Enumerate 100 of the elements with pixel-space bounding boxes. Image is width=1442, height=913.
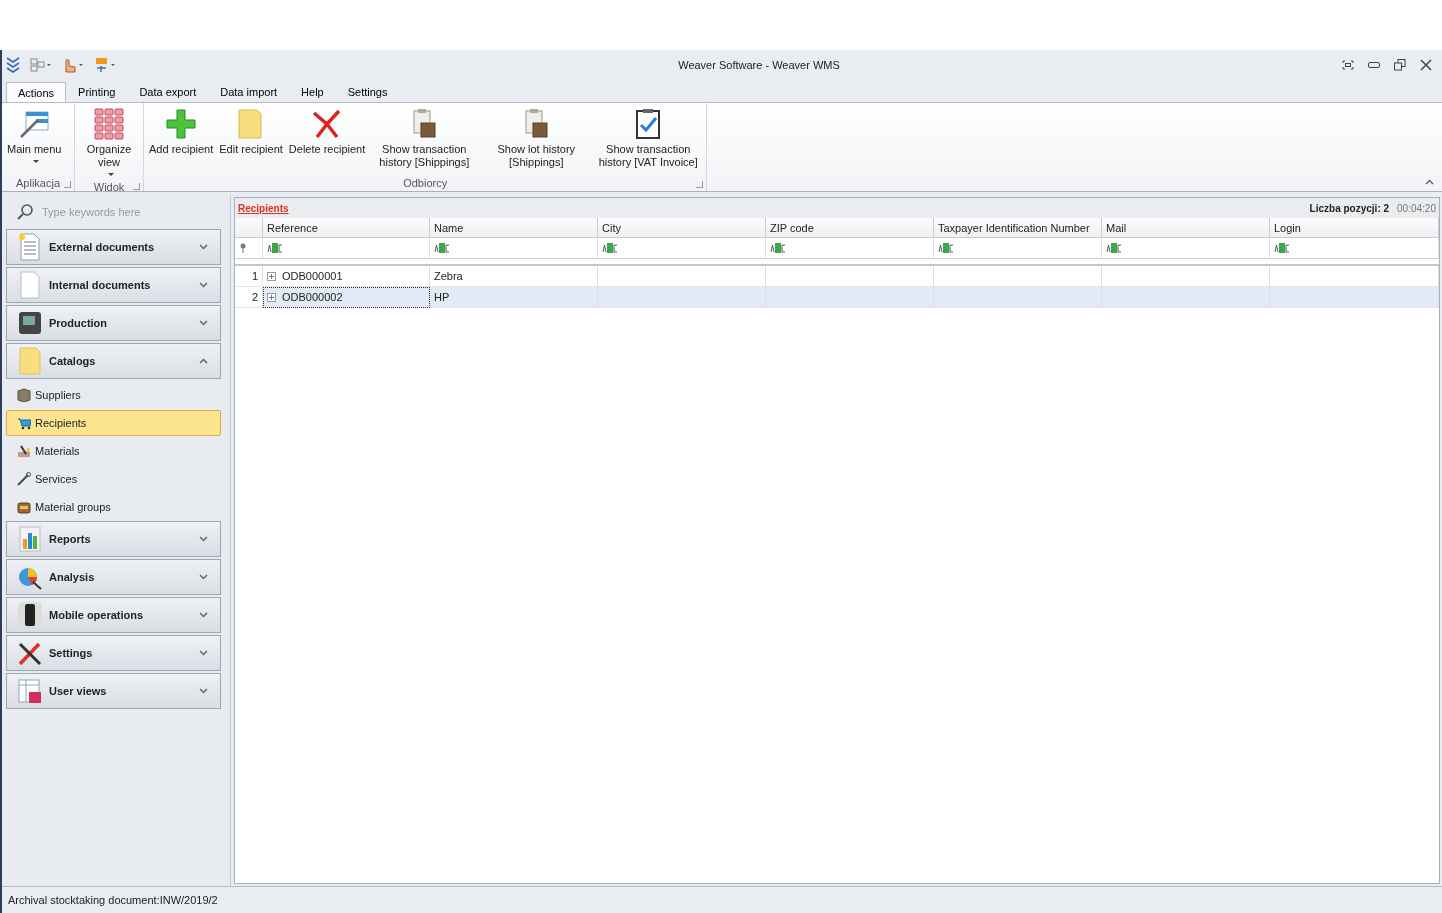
close-icon[interactable] (1420, 59, 1432, 71)
hand-pointer-dropdown-icon[interactable] (62, 57, 84, 73)
ribbon-button[interactable]: Delete recipient (285, 106, 369, 175)
search-field[interactable]: Type keywords here (40, 205, 216, 219)
column-header[interactable]: City (598, 218, 766, 238)
ribbon-button-label: Add recipient (149, 143, 214, 156)
filter-text-icon (267, 243, 283, 253)
pin-icon (239, 243, 247, 253)
fullscreen-icon[interactable] (1342, 60, 1354, 70)
spellcheck-dropdown-icon[interactable] (94, 57, 116, 73)
filter-text-icon (1106, 243, 1122, 253)
nav-section-header[interactable]: User views (6, 673, 221, 709)
grid-title-link[interactable]: Recipients (238, 202, 289, 214)
nav-section-header[interactable]: External documents (6, 229, 221, 265)
box-icon (17, 388, 31, 402)
chevron-down-icon (199, 244, 208, 250)
column-header[interactable]: ZIP code (766, 218, 934, 238)
nav-item[interactable]: Recipients (6, 410, 221, 436)
ribbon-tab[interactable]: Help (289, 81, 336, 102)
nav-section-header[interactable]: Catalogs (6, 343, 221, 379)
document-icon (17, 233, 43, 261)
minimize-icon[interactable] (1368, 62, 1380, 68)
nav-section-header[interactable]: Analysis (6, 559, 221, 595)
column-header[interactable]: Mail (1102, 218, 1270, 238)
ribbon-button-label: Show transaction history [Shippings] (378, 143, 471, 169)
ribbon-button-label: Organize view (85, 143, 133, 169)
chevron-down-icon (199, 688, 208, 694)
nav-item[interactable]: Materials (6, 438, 221, 464)
ribbon-button-label: Delete recipient (288, 143, 366, 156)
filter-text-icon (1274, 243, 1290, 253)
ribbon-tab[interactable]: Printing (66, 81, 128, 102)
ribbon-button[interactable]: Show lot history [Shippings] (480, 106, 593, 175)
nav-section-header[interactable]: Mobile operations (6, 597, 221, 633)
wrench-icon (17, 472, 31, 486)
ribbon-button[interactable]: Organize view (77, 106, 142, 181)
chevron-down-icon (199, 282, 208, 288)
bar-chart-icon (17, 525, 43, 553)
app-menu-icon[interactable] (6, 57, 20, 73)
filter-text-icon (770, 243, 786, 253)
ribbon-tab[interactable]: Settings (335, 81, 400, 102)
table-cell: ODB000001 (282, 270, 343, 282)
row-number: 2 (235, 287, 263, 308)
column-header[interactable]: Reference (263, 218, 430, 238)
chevron-down-icon (199, 650, 208, 656)
column-header[interactable]: Taxpayer Identification Number (934, 218, 1102, 238)
machine-icon (17, 309, 43, 337)
ribbon-tab[interactable]: Data import (208, 81, 290, 102)
grid-icon (93, 108, 126, 140)
nav-item[interactable]: Services (6, 466, 221, 492)
status-text: Archival stocktaking document:INW/2019/2 (8, 894, 218, 906)
restore-icon[interactable] (1394, 59, 1406, 71)
item-count: Liczba pozycji: 2 (1309, 202, 1390, 214)
nav-section-header[interactable]: Settings (6, 635, 221, 671)
plus-icon (165, 108, 198, 140)
ribbon-button-label: Edit recipient (219, 143, 283, 156)
ribbon-group-label: Aplikacja (16, 177, 61, 189)
ribbon-button[interactable]: Show transaction history [Shippings] (368, 106, 481, 175)
nav-item[interactable]: Material groups (6, 494, 221, 520)
cart-icon (17, 416, 31, 430)
ribbon-group-label: Widok (93, 181, 125, 193)
nav-section-header[interactable]: Reports (6, 521, 221, 557)
filter-text-icon (602, 243, 618, 253)
nav-section-header[interactable]: Internal documents (6, 267, 221, 303)
chevron-down-icon (199, 536, 208, 542)
column-header[interactable]: Name (430, 218, 598, 238)
ribbon-button[interactable]: Edit recipient (216, 106, 286, 175)
folder-icon (17, 347, 43, 375)
table-cell: ODB000002 (282, 291, 343, 303)
table-cell: HP (430, 287, 598, 308)
ribbon-tab[interactable]: Actions (6, 82, 67, 103)
ribbon-button[interactable]: Show transaction history [VAT Invoice] (592, 106, 705, 175)
expand-icon (267, 271, 276, 281)
window-pen-icon (18, 108, 51, 140)
ribbon-tab[interactable]: Data export (127, 81, 209, 102)
nav-section-header[interactable]: Production (6, 305, 221, 341)
window-title: Weaver Software - Weaver WMS (677, 59, 841, 71)
search-icon (16, 203, 34, 221)
dialog-launcher-icon[interactable] (696, 181, 704, 188)
ribbon-button-label: Main menu (7, 143, 62, 156)
crate-icon (17, 500, 31, 514)
layout-dropdown-icon[interactable] (30, 58, 52, 72)
table-row[interactable]: 2 ODB000002 HP (235, 287, 1439, 308)
dialog-launcher-icon[interactable] (64, 181, 72, 188)
expand-icon (267, 292, 276, 302)
ribbon-button[interactable]: Add recipient (146, 106, 217, 175)
nav-item[interactable]: Suppliers (6, 382, 221, 408)
materials-icon (17, 444, 31, 458)
column-header[interactable]: Login (1270, 218, 1439, 238)
filter-text-icon (434, 243, 450, 253)
elapsed-time: 00:04:20 (1397, 202, 1436, 214)
row-number: 1 (235, 266, 263, 287)
ribbon-button[interactable]: Main menu (4, 106, 65, 175)
table-row[interactable]: 1 ODB000001 Zebra (235, 266, 1439, 287)
chevron-up-icon (1425, 179, 1434, 185)
ribbon-group-label: Odbiorcy (403, 177, 448, 189)
chevron-down-icon (199, 612, 208, 618)
chevron-down-icon (199, 574, 208, 580)
corner-header (235, 218, 263, 238)
dialog-launcher-icon[interactable] (133, 183, 141, 190)
ribbon-button-label: Show transaction history [VAT Invoice] (597, 143, 699, 169)
